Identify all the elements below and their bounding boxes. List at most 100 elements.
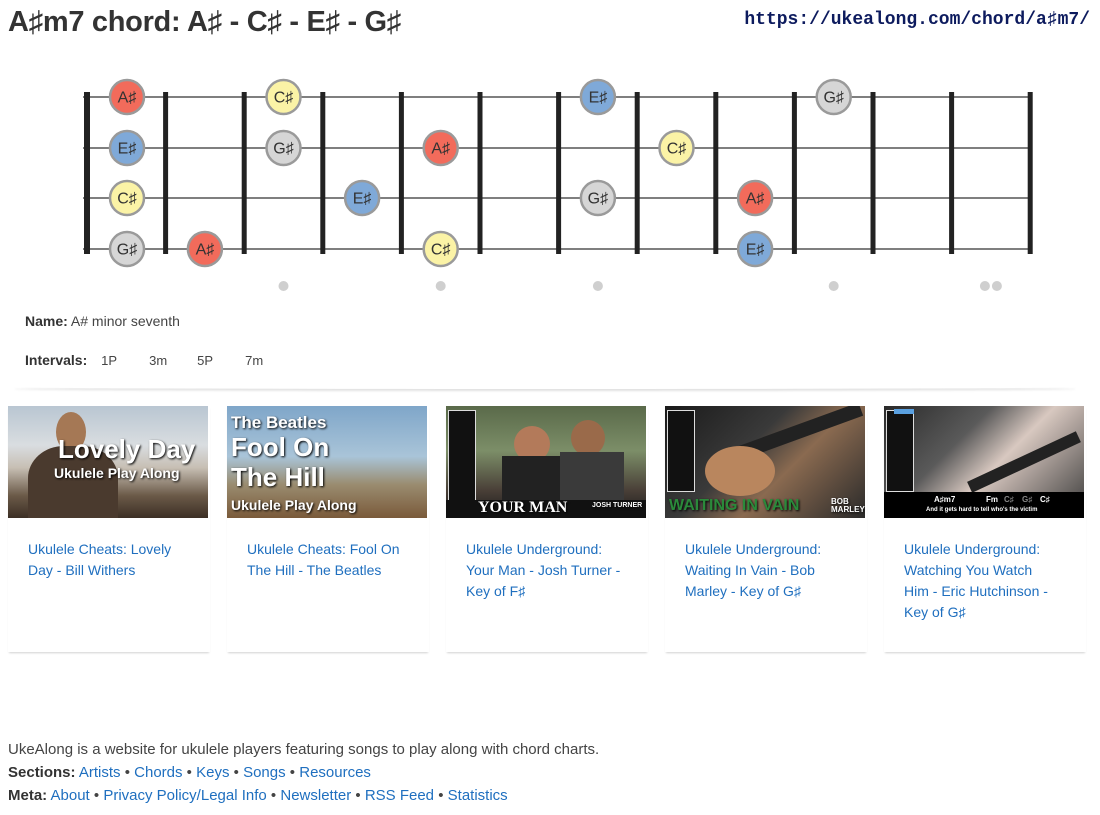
chord-name-row: Name: A# minor seventh: [25, 311, 283, 331]
thumb-subtitle: JOSH TURNER: [592, 502, 643, 509]
intervals-label: Intervals:: [25, 352, 88, 368]
separator: •: [93, 787, 100, 804]
separator: •: [270, 787, 277, 804]
video-thumbnail[interactable]: Lovely Day Ukulele Play Along: [8, 406, 208, 518]
footer-link-keys[interactable]: Keys: [196, 764, 229, 781]
note-label: E♯: [589, 90, 608, 107]
video-thumbnail[interactable]: WAITING IN VAIN BOB MARLEY: [665, 406, 865, 518]
video-card: The Beatles Fool On The Hill Ukulele Pla…: [227, 406, 429, 652]
note-label: A♯: [746, 191, 765, 208]
video-link[interactable]: Ukulele Underground: Watching You Watch …: [904, 539, 1059, 623]
thumb-chord: A♯m7: [934, 495, 956, 504]
chord-strip: [667, 410, 695, 492]
thumb-title: Lovely Day: [58, 434, 196, 464]
note-label: C♯: [117, 191, 137, 208]
inlay-dot: [592, 281, 603, 291]
interval-item: 1P: [101, 353, 118, 368]
inlay-dot: [278, 281, 289, 291]
footer-link-newsletter[interactable]: Newsletter: [280, 787, 351, 804]
note-label: C♯: [274, 90, 294, 107]
separator: •: [355, 787, 361, 804]
video-link[interactable]: Ukulele Cheats: Fool On The Hill - The B…: [247, 539, 402, 581]
interval-item: 7m: [245, 353, 264, 368]
meta-label: Meta:: [8, 787, 48, 804]
footer-link-privacy[interactable]: Privacy Policy/Legal Info: [103, 787, 266, 804]
note-label: E♯: [353, 191, 372, 208]
video-link[interactable]: Ukulele Underground: Your Man - Josh Tur…: [466, 539, 621, 602]
interval-item: 5P: [197, 353, 214, 368]
note-label: C♯: [431, 242, 451, 259]
thumb-lyrics-bar: [884, 492, 1084, 518]
note-label: E♯: [746, 242, 765, 259]
thumb-chord: G♯: [1022, 495, 1033, 504]
thumb-marker: [894, 409, 914, 414]
chord-name-value: A# minor seventh: [70, 313, 180, 329]
sections-label: Sections:: [8, 764, 76, 781]
thumb-hand: [705, 446, 775, 496]
video-thumbnail[interactable]: YOUR MAN JOSH TURNER: [446, 406, 646, 518]
note-label: G♯: [117, 242, 137, 259]
intervals-row: Intervals: 1P 3m 5P 7m: [25, 350, 283, 370]
thumb-subtitle: BOB MARLEY: [831, 497, 865, 514]
thumb-subtitle: Ukulele Play Along: [231, 497, 357, 513]
thumb-figure: [571, 420, 605, 456]
thumb-chord: C♯: [1004, 495, 1014, 504]
video-link[interactable]: Ukulele Cheats: Lovely Day - Bill Wither…: [28, 539, 183, 581]
separator: •: [289, 764, 296, 781]
chord-info: Name: A# minor seventh Intervals: 1P 3m 5P…: [25, 311, 283, 370]
thumb-band: The Beatles: [231, 413, 327, 432]
footer: UkeAlong is a website for ukulele player…: [8, 738, 599, 807]
footer-link-artists[interactable]: Artists: [79, 764, 121, 781]
note-label: A♯: [431, 141, 450, 158]
video-card: YOUR MAN JOSH TURNER Ukulele Underground…: [446, 406, 648, 652]
page-title: A♯m7 chord: A♯ - C♯ - E♯ - G♯: [8, 6, 402, 38]
separator: •: [233, 764, 239, 781]
footer-link-statistics[interactable]: Statistics: [448, 787, 508, 804]
thumb-uke-neck: [967, 431, 1081, 493]
separator: •: [186, 764, 192, 781]
video-thumbnail[interactable]: A♯m7 Fm C♯ G♯ C♯ And it gets hard to tel…: [884, 406, 1084, 518]
thumb-title: The Hill: [231, 462, 325, 492]
note-label: A♯: [118, 90, 137, 107]
interval-item: 3m: [149, 353, 168, 368]
separator: •: [438, 787, 444, 804]
footer-link-chords[interactable]: Chords: [134, 764, 182, 781]
thumb-title: Fool On: [231, 432, 330, 462]
footer-sections: Sections: Artists • Chords • Keys • Song…: [8, 761, 599, 784]
video-card: A♯m7 Fm C♯ G♯ C♯ And it gets hard to tel…: [884, 406, 1086, 652]
thumb-chord: C♯: [1040, 495, 1050, 504]
video-link[interactable]: Ukulele Underground: Waiting In Vain - B…: [685, 539, 840, 602]
note-label: G♯: [273, 141, 293, 158]
footer-link-songs[interactable]: Songs: [243, 764, 286, 781]
note-label: C♯: [667, 141, 687, 158]
video-card: Lovely Day Ukulele Play Along Ukulele Ch…: [8, 406, 210, 652]
footer-meta: Meta: About • Privacy Policy/Legal Info …: [8, 784, 599, 807]
chord-strip: [448, 410, 476, 502]
thumb-figure-body: [560, 452, 624, 502]
footer-link-rss[interactable]: RSS Feed: [365, 787, 434, 804]
section-divider: [14, 385, 1076, 389]
thumb-subtitle: Ukulele Play Along: [54, 465, 180, 481]
footer-link-resources[interactable]: Resources: [299, 764, 371, 781]
thumb-title: WAITING IN VAIN: [669, 497, 800, 514]
page-url: https://ukealong.com/chord/a♯m7/: [744, 10, 1090, 30]
chord-strip: [886, 410, 914, 492]
inlay-dot: [991, 281, 1002, 291]
name-label: Name:: [25, 313, 68, 329]
video-thumbnail[interactable]: The Beatles Fool On The Hill Ukulele Pla…: [227, 406, 427, 518]
video-card: WAITING IN VAIN BOB MARLEY Ukulele Under…: [665, 406, 867, 652]
fretboard-diagram: A♯ C♯ E♯ G♯ E♯ G♯ A♯ C♯ C♯ E♯ G♯ A♯ G♯ A♯ C♯ E♯: [83, 78, 1033, 291]
thumb-title: YOUR MAN: [478, 499, 568, 516]
thumb-lyrics: And it gets hard to tell who's the victi…: [926, 507, 1038, 513]
footer-link-about[interactable]: About: [51, 787, 90, 804]
inlay-dot: [979, 281, 990, 291]
note-label: A♯: [196, 242, 215, 259]
thumb-chord: Fm: [986, 495, 998, 504]
note-label: G♯: [588, 191, 608, 208]
note-label: G♯: [823, 90, 843, 107]
site-description: UkeAlong is a website for ukulele player…: [8, 741, 600, 758]
inlay-dot: [435, 281, 446, 291]
inlay-dot: [828, 281, 839, 291]
separator: •: [124, 764, 130, 781]
note-label: E♯: [118, 141, 137, 158]
